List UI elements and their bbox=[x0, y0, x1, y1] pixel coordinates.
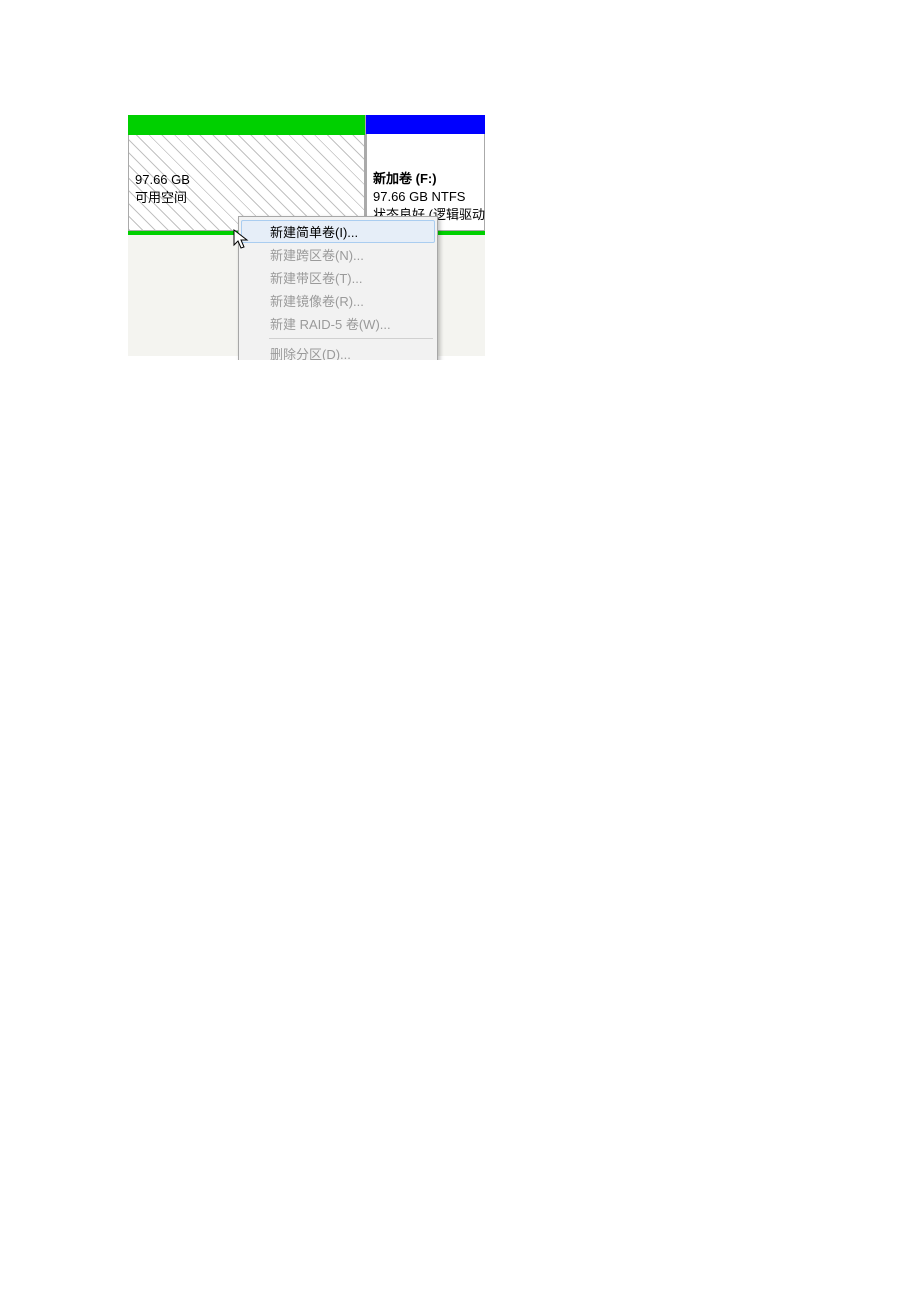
free-size: 97.66 GB bbox=[135, 171, 358, 189]
vol-size: 97.66 GB NTFS bbox=[373, 188, 478, 206]
menu-new-raid5-volume: 新建 RAID-5 卷(W)... bbox=[241, 312, 435, 335]
menu-new-simple-volume[interactable]: 新建简单卷(I)... bbox=[241, 220, 435, 243]
partition-header-free bbox=[128, 115, 365, 135]
menu-delete-partition: 删除分区(D)... bbox=[241, 342, 435, 360]
disk-management-panel: 97.66 GB 可用空间 新加卷 (F:) 97.66 GB NTFS 状态良… bbox=[128, 115, 485, 360]
vol-title: 新加卷 (F:) bbox=[373, 170, 478, 188]
partition-header-vol bbox=[366, 115, 485, 134]
partition-volume-f[interactable]: 新加卷 (F:) 97.66 GB NTFS 状态良好 (逻辑驱动 bbox=[366, 115, 485, 231]
menu-new-spanned-volume: 新建跨区卷(N)... bbox=[241, 243, 435, 266]
context-menu: 新建简单卷(I)... 新建跨区卷(N)... 新建带区卷(T)... 新建镜像… bbox=[238, 216, 438, 360]
partition-free-space[interactable]: 97.66 GB 可用空间 bbox=[128, 115, 366, 231]
menu-separator bbox=[269, 338, 433, 339]
menu-new-mirror-volume: 新建镜像卷(R)... bbox=[241, 289, 435, 312]
menu-new-striped-volume: 新建带区卷(T)... bbox=[241, 266, 435, 289]
free-status: 可用空间 bbox=[135, 189, 358, 207]
